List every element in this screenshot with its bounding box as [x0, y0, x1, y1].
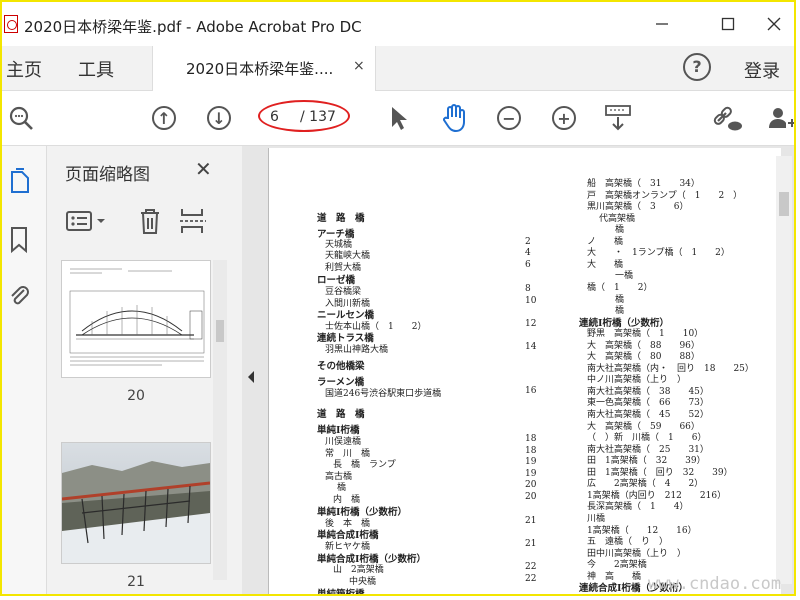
arrow-down-icon: ↓: [207, 106, 231, 130]
hand-icon: [443, 104, 465, 133]
pdf-page-number: 19: [525, 457, 537, 467]
watermark-text: www.cndao.com: [648, 574, 782, 594]
document-scrollbar-thumb[interactable]: [779, 192, 789, 216]
pdf-page-number: 16: [525, 386, 537, 396]
extract-pages-icon[interactable]: [179, 206, 209, 236]
hand-tool-button[interactable]: [439, 103, 469, 133]
pdf-page-number: 6: [525, 260, 531, 270]
next-page-button[interactable]: ↓: [204, 103, 234, 133]
bookmark-icon: [11, 227, 27, 254]
app-window: 2020日本桥梁年鉴.pdf - Adobe Acrobat Pro DC 主页…: [0, 0, 796, 596]
pdf-left-line: 単純箱桁橋: [317, 589, 365, 596]
pdf-page-number: 14: [525, 342, 537, 352]
page-thumbnail-20-number: 20: [127, 388, 145, 404]
keyboard-scroll-icon: [605, 105, 631, 131]
window-title: 2020日本桥梁年鉴.pdf - Adobe Acrobat Pro DC: [24, 18, 362, 36]
thumbnail-scrollbar[interactable]: [213, 260, 227, 580]
tab-bar: 主页 工具 2020日本桥梁年鉴.... × ? 登录: [2, 46, 794, 91]
thumbnail-pane-title: 页面缩略图: [65, 165, 150, 185]
title-bar: 2020日本桥梁年鉴.pdf - Adobe Acrobat Pro DC: [2, 2, 794, 46]
login-button[interactable]: 登录: [744, 57, 780, 83]
bookmarks-button[interactable]: [8, 226, 30, 254]
select-tool-button[interactable]: [384, 103, 414, 133]
maximize-icon: [721, 17, 735, 31]
document-view: 道 路 橋アーチ橋 天城橋 天龍峡大橋 利賀大橋 ローゼ橋 豆谷橋梁 入間川新橋 ニールセン橋…: [242, 146, 794, 594]
pdf-page-number: 20: [525, 492, 537, 502]
link-cloud-icon: [713, 106, 742, 131]
pdf-page-number: 10: [525, 296, 537, 306]
previous-page-button[interactable]: ↑: [149, 103, 179, 133]
add-user-button[interactable]: [766, 103, 794, 133]
pages-icon: [11, 168, 29, 193]
close-window-button[interactable]: [754, 10, 794, 38]
tools-menu[interactable]: 工具: [78, 56, 114, 82]
trash-icon[interactable]: [137, 206, 163, 236]
pdf-left-line: 道 路 橋: [317, 409, 365, 420]
pdf-page-number: 18: [525, 434, 537, 444]
left-tool-rail: [2, 146, 47, 594]
pdf-left-line: 道 路 橋: [317, 213, 365, 224]
document-tab-label: 2020日本桥梁年鉴....: [186, 60, 334, 78]
close-icon: [767, 17, 781, 31]
thumbnail-image-bridge-photo: [61, 443, 211, 563]
add-user-icon: [769, 108, 794, 128]
paperclip-icon: [11, 286, 29, 305]
maximize-button[interactable]: [708, 10, 748, 38]
thumbnail-toolbar: [65, 206, 235, 238]
thumbnail-options-icon[interactable]: [65, 208, 109, 234]
find-button[interactable]: [6, 103, 36, 133]
pdf-page-number: 19: [525, 469, 537, 479]
cursor-arrow-icon: [392, 107, 407, 130]
pdf-left-line: その他橋梁: [317, 361, 365, 372]
home-menu[interactable]: 主页: [6, 56, 42, 82]
document-tab[interactable]: 2020日本桥梁年鉴.... ×: [152, 46, 376, 91]
minimize-button[interactable]: [642, 10, 682, 38]
collapse-pane-button[interactable]: [246, 370, 256, 387]
pdf-page-number: 2: [525, 237, 531, 247]
pdf-page-number: 18: [525, 446, 537, 456]
zoom-out-button[interactable]: −: [494, 103, 524, 133]
page-thumbnails-button[interactable]: [8, 168, 30, 194]
pdf-page-number: 8: [525, 284, 531, 294]
pdf-page-number: 22: [525, 574, 537, 584]
page-thumbnail-21[interactable]: [61, 442, 211, 564]
share-link-button[interactable]: [712, 103, 742, 133]
attachments-button[interactable]: [8, 282, 30, 308]
pdf-page-number: 21: [525, 539, 537, 549]
red-highlight-annotation: [258, 100, 350, 132]
pdf-page-number: 12: [525, 319, 537, 329]
search-icon: [9, 106, 33, 130]
minus-icon: −: [497, 106, 521, 130]
document-scrollbar[interactable]: [776, 156, 792, 584]
pdf-page-number: 20: [525, 480, 537, 490]
zoom-in-button[interactable]: +: [549, 103, 579, 133]
chevron-left-icon: [248, 371, 254, 383]
close-tab-button[interactable]: ×: [353, 58, 365, 74]
thumbnail-image-bridge-drawing: [62, 261, 210, 377]
page-thumbnail-20[interactable]: [61, 260, 211, 378]
pdf-page: 道 路 橋アーチ橋 天城橋 天龍峡大橋 利賀大橋 ローゼ橋 豆谷橋梁 入間川新橋 ニールセン橋…: [268, 148, 781, 596]
pdf-left-line: 国道246号渋谷駅東口歩道橋: [325, 389, 442, 399]
minimize-icon: [656, 23, 668, 25]
acrobat-app-icon: [4, 15, 18, 33]
arrow-up-icon: ↑: [152, 106, 176, 130]
thumbnail-pane: 页面缩略图 ✕ 20 21: [47, 146, 243, 594]
close-pane-button[interactable]: ✕: [195, 157, 212, 181]
help-icon[interactable]: ?: [683, 53, 711, 81]
pdf-page-number: 22: [525, 562, 537, 572]
pdf-page-number: 4: [525, 248, 531, 258]
plus-icon: +: [552, 106, 576, 130]
thumbnail-scrollbar-thumb[interactable]: [216, 320, 224, 342]
page-thumbnail-21-number: 21: [127, 574, 145, 590]
pdf-left-line: 羽黒山神路大橋: [325, 345, 389, 355]
toolbar: ↑ ↓ 6 / 137 − +: [2, 91, 794, 146]
pdf-page-number: 21: [525, 516, 537, 526]
scroll-mode-button[interactable]: [603, 103, 633, 133]
